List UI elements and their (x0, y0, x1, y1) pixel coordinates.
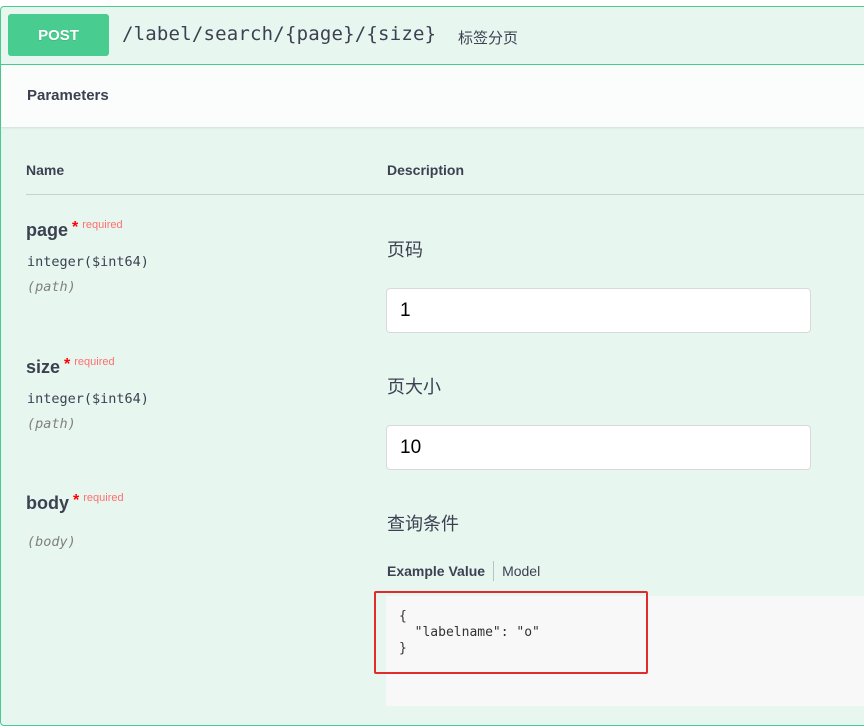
param-name-page: page * required (26, 219, 123, 240)
header-divider (26, 194, 864, 195)
size-input[interactable] (386, 425, 811, 470)
operation-description: 标签分页 (458, 30, 519, 47)
description-column-header: Description (387, 162, 465, 178)
param-in-page: (path) (27, 279, 76, 295)
required-label: required (74, 356, 115, 368)
required-star: * (64, 356, 71, 373)
param-desc-body: 查询条件 (387, 514, 459, 534)
required-label: required (83, 492, 124, 504)
param-type-page: integer($int64) (27, 254, 149, 270)
operation-summary[interactable]: POST /label/search/{page}/{size} 标签分页 (1, 7, 864, 65)
param-name-size: size * required (26, 356, 115, 377)
method-badge: POST (8, 14, 109, 56)
param-in-size: (path) (27, 416, 76, 432)
parameters-section-header: Parameters (1, 65, 864, 127)
param-in-body: (body) (27, 534, 76, 550)
param-name-body: body * required (26, 492, 124, 513)
parameters-title: Parameters (27, 87, 109, 104)
param-desc-size: 页大小 (387, 377, 441, 397)
body-tabs: Example Value Model (387, 561, 540, 581)
page-input[interactable] (386, 288, 811, 333)
param-desc-page: 页码 (387, 240, 423, 260)
required-star: * (73, 492, 80, 509)
required-star: * (72, 219, 79, 236)
tab-model[interactable]: Model (494, 563, 540, 579)
operation-path: /label/search/{page}/{size} (122, 23, 437, 45)
required-label: required (82, 219, 123, 231)
param-type-size: integer($int64) (27, 391, 149, 407)
name-column-header: Name (26, 162, 65, 178)
tab-example-value[interactable]: Example Value (387, 563, 493, 579)
annotation-highlight-box (374, 591, 648, 674)
